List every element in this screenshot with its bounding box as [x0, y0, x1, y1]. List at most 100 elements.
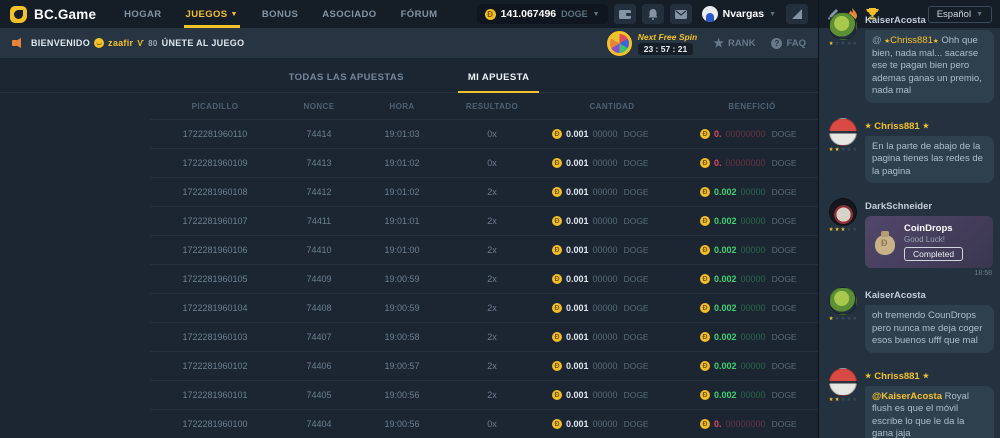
avatar[interactable] [829, 198, 857, 226]
currency-label: DOGE [624, 216, 649, 226]
chat-username-row: KaiserAcosta [865, 290, 994, 301]
rank-label: RANK [728, 38, 755, 49]
nav-item-asociado[interactable]: ASOCIADO [322, 0, 376, 28]
chat-bubble: oh tremendo CounDrops pero nunca me deja… [865, 305, 994, 353]
table-row[interactable]: 17222819601057440919:00:592xÐ0.00100000D… [150, 264, 818, 293]
chevron-down-icon: ▼ [231, 11, 238, 18]
balance-selector[interactable]: Ð 141.067496 DOGE ▼ [477, 4, 608, 24]
cell-time: 19:00:56 [358, 390, 446, 400]
coindrops-title: CoinDrops [904, 223, 963, 234]
cell-hash: 1722281960102 [150, 361, 280, 371]
currency-label: DOGE [624, 419, 649, 429]
value-rest: 00000 [741, 245, 766, 255]
faq-button[interactable]: ? FAQ [771, 38, 806, 49]
cell-hash: 1722281960110 [150, 129, 280, 139]
doge-coin-icon: Ð [552, 361, 562, 371]
nav-item-juegos[interactable]: JUEGOS▼ [186, 0, 238, 28]
tab-todas-las-apuestas[interactable]: TODAS LAS APUESTAS [279, 72, 414, 92]
envelope-icon [675, 10, 687, 19]
free-spin-timer: 23 : 57 : 21 [638, 43, 693, 55]
star-icon: ★ [852, 398, 857, 404]
doge-coin-icon: Ð [552, 245, 562, 255]
doge-coin-icon: Ð [552, 390, 562, 400]
user-menu[interactable]: Nvargas ▼ [702, 6, 776, 22]
value-main: 0.001 [566, 216, 589, 226]
column-header: CANTIDAD [538, 102, 686, 111]
table-row[interactable]: 17222819601007440419:00:560xÐ0.00100000D… [150, 409, 818, 438]
value-main: 0.001 [566, 274, 589, 284]
value-rest: 00000 [593, 332, 618, 342]
value-rest: 00000 [593, 216, 618, 226]
star-icon: ★ [835, 148, 840, 154]
table-row[interactable]: 17222819601027440619:00:572xÐ0.00100000D… [150, 351, 818, 380]
cell-time: 19:00:57 [358, 361, 446, 371]
chat-bubble: @ ★Chriss881★ Ohh que bien, nada mal... … [865, 30, 994, 103]
cell-hash: 1722281960109 [150, 158, 280, 168]
coindrops-completed-button[interactable]: Completed [904, 247, 963, 261]
table-row[interactable]: 17222819601097441319:01:020xÐ0.00100000D… [150, 148, 818, 177]
star-icon: ★ [841, 148, 846, 154]
cell-profit: Ð0.00200000DOGE [686, 187, 818, 197]
value-main: 0.001 [566, 303, 589, 313]
value-main: 0.002 [714, 245, 737, 255]
cell-result: 2x [446, 245, 538, 255]
chat-message: ★★★★★★Chriss881★@KaiserAcosta Royal flus… [827, 368, 994, 438]
chat-message: ★★★★★KaiserAcosta@ ★Chriss881★ Ohh que b… [827, 12, 994, 108]
user-star-rating: ★★★★★ [829, 317, 858, 323]
value-rest: 00000000 [726, 419, 766, 429]
doge-coin-icon: Ð [700, 361, 710, 371]
value-rest: 00000 [593, 390, 618, 400]
avatar[interactable] [829, 118, 857, 146]
inbox-button[interactable] [670, 4, 692, 24]
money-bag-icon [873, 229, 897, 255]
free-spin-widget[interactable]: Next Free Spin 23 : 57 : 21 [607, 31, 698, 56]
avatar[interactable] [829, 12, 857, 40]
table-row[interactable]: 17222819601037440719:00:582xÐ0.00100000D… [150, 322, 818, 351]
wallet-button[interactable] [614, 4, 636, 24]
avatar[interactable] [829, 287, 857, 315]
table-row[interactable]: 17222819601087441219:01:022xÐ0.00100000D… [150, 177, 818, 206]
tab-mi-apuesta[interactable]: MI APUESTA [458, 72, 540, 92]
star-icon: ★ [841, 398, 846, 404]
cell-amount: Ð0.00100000DOGE [538, 274, 686, 284]
bcgame-logo-icon [10, 6, 27, 23]
star-icon: ★ [923, 122, 929, 130]
nav-item-fórum[interactable]: FÓRUM [401, 0, 438, 28]
currency-label: DOGE [624, 129, 649, 139]
cell-time: 19:00:58 [358, 332, 446, 342]
message-content: ★Chriss881★En la parte de abajo de la pa… [865, 118, 994, 189]
bets-table: PICADILLONONCEHORARESULTADOCANTIDADBENEF… [150, 93, 818, 438]
cell-time: 19:00:59 [358, 274, 446, 284]
join-game-link[interactable]: ÚNETE AL JUEGO [162, 38, 245, 48]
welcome-username[interactable]: zaafir [108, 38, 133, 48]
value-main: 0.002 [714, 187, 737, 197]
cell-amount: Ð0.00100000DOGE [538, 303, 686, 313]
user-mention[interactable]: @KaiserAcosta [872, 391, 942, 402]
table-row[interactable]: 17222819601017440519:00:562xÐ0.00100000D… [150, 380, 818, 409]
cell-profit: Ð0.00200000DOGE [686, 245, 818, 255]
brand-logo[interactable]: BC.Game [10, 6, 96, 23]
app: BC.Game HOGAR JUEGOS▼ BONUS ASOCIADO FÓRUM Ð… [0, 0, 1000, 438]
nav-item-bonus[interactable]: BONUS [262, 0, 298, 28]
table-row[interactable]: 17222819601077441119:01:012xÐ0.00100000D… [150, 206, 818, 235]
table-row[interactable]: 17222819601067441019:01:002xÐ0.00100000D… [150, 235, 818, 264]
table-row[interactable]: 17222819601107441419:01:030xÐ0.00100000D… [150, 119, 818, 148]
chat-toggle-button[interactable] [786, 4, 808, 24]
avatar-column: ★★★★★ [827, 368, 859, 438]
cell-amount: Ð0.00100000DOGE [538, 361, 686, 371]
value-rest: 00000 [593, 361, 618, 371]
star-icon: ★ [841, 317, 846, 323]
value-rest: 00000 [593, 187, 618, 197]
table-row[interactable]: 17222819601047440819:00:592xÐ0.00100000D… [150, 293, 818, 322]
notifications-button[interactable] [642, 4, 664, 24]
doge-coin-icon: Ð [552, 158, 562, 168]
chat-username-row: KaiserAcosta [865, 15, 994, 26]
nav-item-hogar[interactable]: HOGAR [124, 0, 161, 28]
avatar[interactable] [829, 368, 857, 396]
value-rest: 00000 [593, 245, 618, 255]
chat-sidebar: Español ▼ ★★★★★KaiserAcosta@ ★Chriss881★… [818, 0, 1000, 438]
rank-button[interactable]: ★ RANK [713, 36, 755, 50]
user-star-rating: ★★★★★ [829, 148, 858, 154]
cell-time: 19:00:59 [358, 303, 446, 313]
value-main: 0.001 [566, 158, 589, 168]
